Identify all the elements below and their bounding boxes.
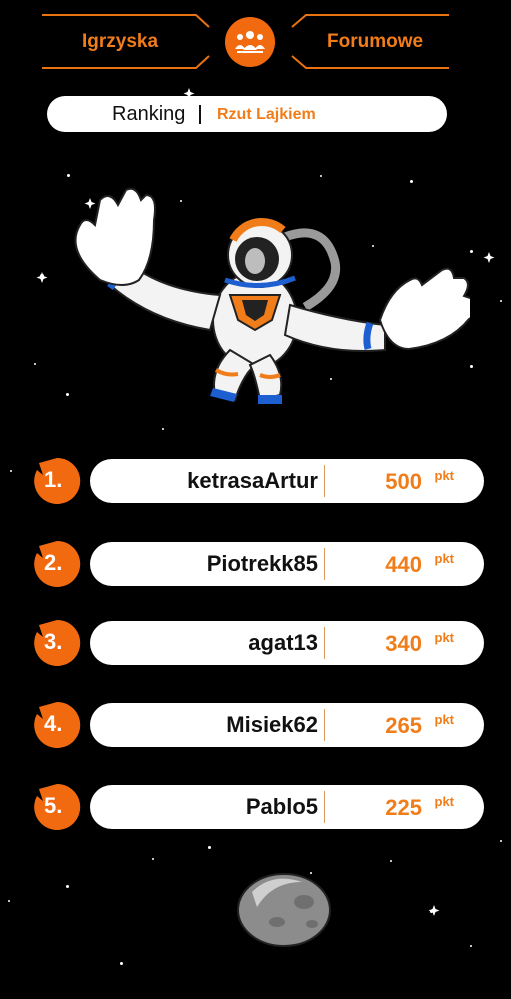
row-divider [324, 791, 325, 823]
player-card: ketrasaArtur 500 pkt [90, 459, 484, 503]
row-divider [324, 548, 325, 580]
leaderboard-row: 3. agat13 340 pkt [30, 618, 490, 668]
player-card: Misiek62 265 pkt [90, 703, 484, 747]
player-name: Misiek62 [226, 712, 318, 737]
points-unit: pkt [434, 712, 455, 727]
row-divider [324, 627, 325, 659]
player-name: ketrasaArtur [187, 468, 318, 493]
player-card: agat13 340 pkt [90, 621, 484, 665]
leaderboard-row: 5. Pablo5 225 pkt [30, 782, 490, 832]
ranking-title: Ranking [112, 103, 186, 125]
player-points: 340 [385, 631, 422, 656]
player-card: Pablo5 225 pkt [90, 785, 484, 829]
ranking-header: Ranking Rzut Lajkiem [47, 96, 447, 132]
rank-number: 2. [44, 550, 63, 575]
people-group-icon [225, 17, 275, 67]
row-divider [324, 709, 325, 741]
player-card: Piotrekk85 440 pkt [90, 542, 484, 586]
player-name: Piotrekk85 [206, 551, 318, 576]
astronaut-illustration [74, 187, 470, 404]
points-unit: pkt [434, 630, 455, 645]
row-divider [324, 465, 325, 497]
points-unit: pkt [434, 794, 455, 809]
header-right-word: Forumowe [327, 31, 424, 52]
rank-number: 1. [44, 467, 63, 492]
player-points: 440 [385, 552, 422, 577]
leaderboard-row: 1. ketrasaArtur 500 pkt [30, 456, 490, 506]
leaderboard-row: 2. Piotrekk85 440 pkt [30, 539, 490, 589]
points-unit: pkt [434, 468, 455, 483]
player-points: 225 [385, 795, 422, 820]
points-unit: pkt [434, 551, 455, 566]
leaderboard-row: 4. Misiek62 265 pkt [30, 700, 490, 750]
player-points: 265 [385, 713, 422, 738]
moon-illustration [237, 873, 331, 947]
ranking-category: Rzut Lajkiem [217, 106, 316, 123]
ranking-divider [199, 105, 201, 124]
player-points: 500 [385, 469, 422, 494]
player-name: agat13 [248, 630, 318, 655]
player-name: Pablo5 [245, 794, 318, 819]
header-left-word: Igrzyska [82, 31, 159, 52]
rank-number: 4. [44, 711, 63, 736]
rank-number: 3. [44, 629, 63, 654]
rank-number: 5. [44, 793, 63, 818]
